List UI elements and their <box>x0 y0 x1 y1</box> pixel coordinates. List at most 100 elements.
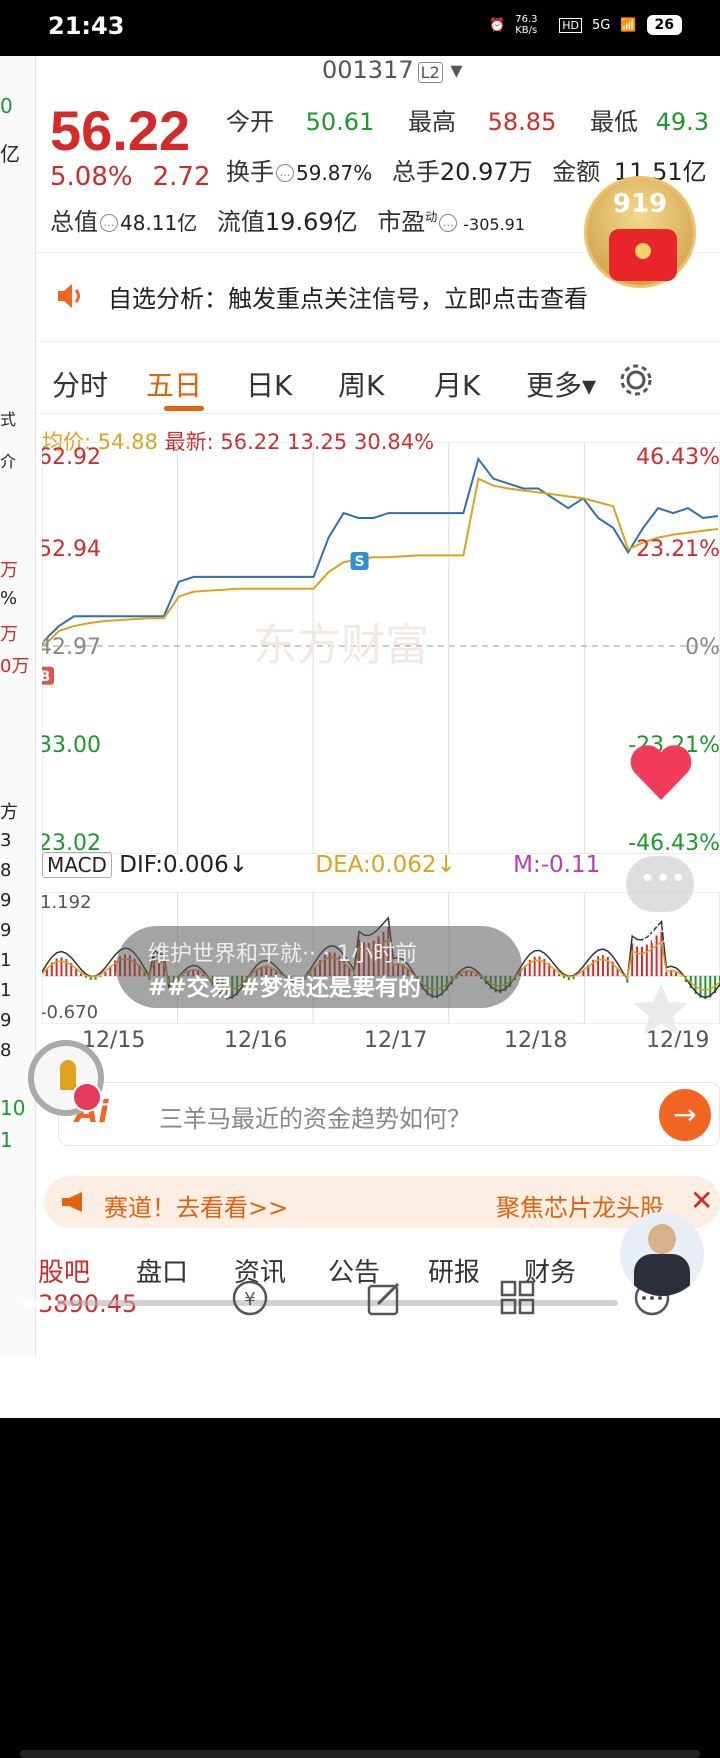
quote-row-3: 总值… 48.11亿 流值19.69亿 市盈动… -305.91 <box>50 202 525 237</box>
macd-ymax: 1.192 <box>42 892 92 913</box>
date-axis: 12/15 12/16 12/17 12/18 12/19 <box>42 1028 720 1062</box>
pe-value: -305.91 <box>463 215 526 234</box>
apps-grid-icon[interactable] <box>498 1278 538 1318</box>
strip-text: 3 <box>0 830 12 851</box>
like-heart-icon[interactable] <box>626 740 696 804</box>
macd-header: MACD DIF:0.006↓ DEA:0.062↓ M:-0.11 <box>42 852 720 892</box>
status-bar: 21:43 ⏰ 76.3 KB/s HD 5G 📶 26 <box>0 0 720 56</box>
ai-question-bar[interactable]: Ai 三羊马最近的资金趋势如何？ → <box>58 1082 720 1146</box>
date-label: 12/16 <box>224 1028 288 1053</box>
tab-monthly-k[interactable]: 月K <box>434 364 480 404</box>
date-label: 12/18 <box>504 1028 568 1053</box>
float-label: 流值 <box>216 208 265 236</box>
volume-value: 20.97万 <box>439 158 533 186</box>
comment-icon[interactable]: ••• <box>626 856 694 912</box>
speaker-icon <box>58 284 80 308</box>
host-face <box>648 1224 676 1254</box>
stock-code[interactable]: 001317 L2 ▾ <box>322 56 462 84</box>
tab-intraday[interactable]: 分时 <box>52 364 108 404</box>
strip-text: 9 <box>0 890 12 911</box>
info-icon[interactable]: … <box>439 214 458 232</box>
low-label: 最低 <box>590 108 638 136</box>
promo-banner[interactable]: 赛道！去看看>> 聚焦芯片龙头股 ✕ <box>44 1176 720 1228</box>
active-tab-indicator <box>164 406 204 411</box>
y-tick-right: -46.43% <box>628 831 720 854</box>
macd-dif: DIF:0.006↓ <box>119 852 249 878</box>
y-tick-right: 46.43% <box>636 445 720 470</box>
ai-question: 三羊马最近的资金趋势如何？ <box>159 1105 471 1133</box>
status-time: 21:43 <box>48 12 125 40</box>
mktcap-label: 总值 <box>50 208 98 236</box>
host-suit <box>634 1254 690 1296</box>
macd-dea: DEA:0.062↓ <box>315 852 456 878</box>
strip-text: 介 <box>0 452 17 471</box>
strip-text: 万 <box>0 560 18 581</box>
status-icons: ⏰ 76.3 KB/s HD 5G 📶 26 <box>489 14 682 36</box>
video-caption[interactable]: 维护世界和平就·· · 1小时前 ##交易 #梦想还是要有的 <box>116 926 522 1008</box>
gesture-bar[interactable] <box>20 1750 700 1758</box>
video-time: · 1小时前 <box>323 942 417 967</box>
y-tick-left: 42.97 <box>42 635 101 660</box>
mktcap-value: 48.11亿 <box>120 211 198 235</box>
strip-text: 1 <box>0 1128 13 1152</box>
comment-label: 评论 <box>640 922 680 946</box>
follow-heart-icon[interactable] <box>72 1082 102 1112</box>
alarm-icon: ⏰ <box>489 17 506 33</box>
y-tick-right: 0% <box>685 635 720 660</box>
strip-text: 1 <box>0 980 12 1001</box>
y-tick-left: 62.92 <box>42 445 101 470</box>
like-count: 1 <box>646 802 659 826</box>
quote-row-1: 今开 50.61 最高 58.85 最低 49.3 <box>226 102 709 137</box>
notice-text: 自选分析：触发重点关注信号，立即点击查看 <box>108 285 588 313</box>
tab-five-day[interactable]: 五日 <box>146 364 202 404</box>
svg-text:¥: ¥ <box>244 1289 255 1310</box>
trade-marker-label: B <box>42 669 50 685</box>
change-pct: 5.08% <box>50 162 133 192</box>
macd-m: M:-0.11 <box>513 852 601 878</box>
open-value: 50.61 <box>305 108 375 136</box>
strip-text: 8 <box>0 860 12 881</box>
red-packet-icon <box>609 229 677 281</box>
indicator-selector[interactable]: MACD <box>42 852 112 878</box>
trade-marker-label: S <box>354 554 364 570</box>
video-tags: ##交易 #梦想还是要有的 <box>148 975 421 1001</box>
favorite-star-icon[interactable] <box>630 980 692 1040</box>
strip-text: 式 <box>0 410 17 429</box>
close-icon[interactable]: ✕ <box>690 1184 713 1217</box>
red-packet-widget[interactable]: 919 <box>584 176 696 288</box>
edit-note-icon[interactable] <box>364 1278 404 1318</box>
subtab-pankou[interactable]: 盘口 <box>136 1252 188 1289</box>
trade-yen-icon[interactable]: ¥ <box>230 1278 270 1318</box>
info-icon[interactable]: … <box>276 164 294 182</box>
strip-text: 1 <box>0 950 12 971</box>
stock-detail-page: 0 亿 式 介 万 % 万 0万 方 3 8 9 9 1 1 9 8 10 1 … <box>0 56 720 1418</box>
five-day-price-chart[interactable]: 东方财富 62.92 52.94 42.97 33.00 23.02 46.43% 23.21… <box>42 442 720 854</box>
tab-daily-k[interactable]: 日K <box>246 364 292 404</box>
level2-badge: L2 <box>417 62 443 83</box>
open-label: 今开 <box>226 108 274 136</box>
trophy-icon <box>60 1060 76 1090</box>
strip-text: % <box>0 588 18 609</box>
amount-label: 金额 <box>552 158 601 186</box>
subtab-research[interactable]: 研报 <box>428 1252 480 1289</box>
megaphone-icon <box>62 1192 82 1212</box>
y-tick-left: 33.00 <box>42 733 101 758</box>
hd-icon: HD <box>559 17 582 33</box>
info-icon[interactable]: … <box>100 214 118 232</box>
subtab-guba[interactable]: 股吧 <box>38 1252 90 1289</box>
float-value: 19.69亿 <box>264 208 358 236</box>
strip-text: 方 <box>0 802 18 823</box>
date-label: 12/17 <box>364 1028 428 1053</box>
watermark-text: 东方财富 <box>253 620 429 671</box>
settings-gear-icon[interactable] <box>618 362 654 398</box>
current-price: 56.22 <box>50 99 191 162</box>
strip-text: 0万 <box>0 656 30 677</box>
y-tick-right: 23.21% <box>636 537 720 562</box>
tab-weekly-k[interactable]: 周K <box>338 364 384 404</box>
turnover-value: 59.87% <box>296 161 373 185</box>
promo-left: 赛道！去看看>> <box>104 1194 289 1222</box>
ai-go-button[interactable]: → <box>659 1089 711 1141</box>
tab-more[interactable]: 更多▾ <box>526 364 596 404</box>
high-value: 58.85 <box>487 108 557 136</box>
live-host-avatar[interactable] <box>620 1212 704 1296</box>
